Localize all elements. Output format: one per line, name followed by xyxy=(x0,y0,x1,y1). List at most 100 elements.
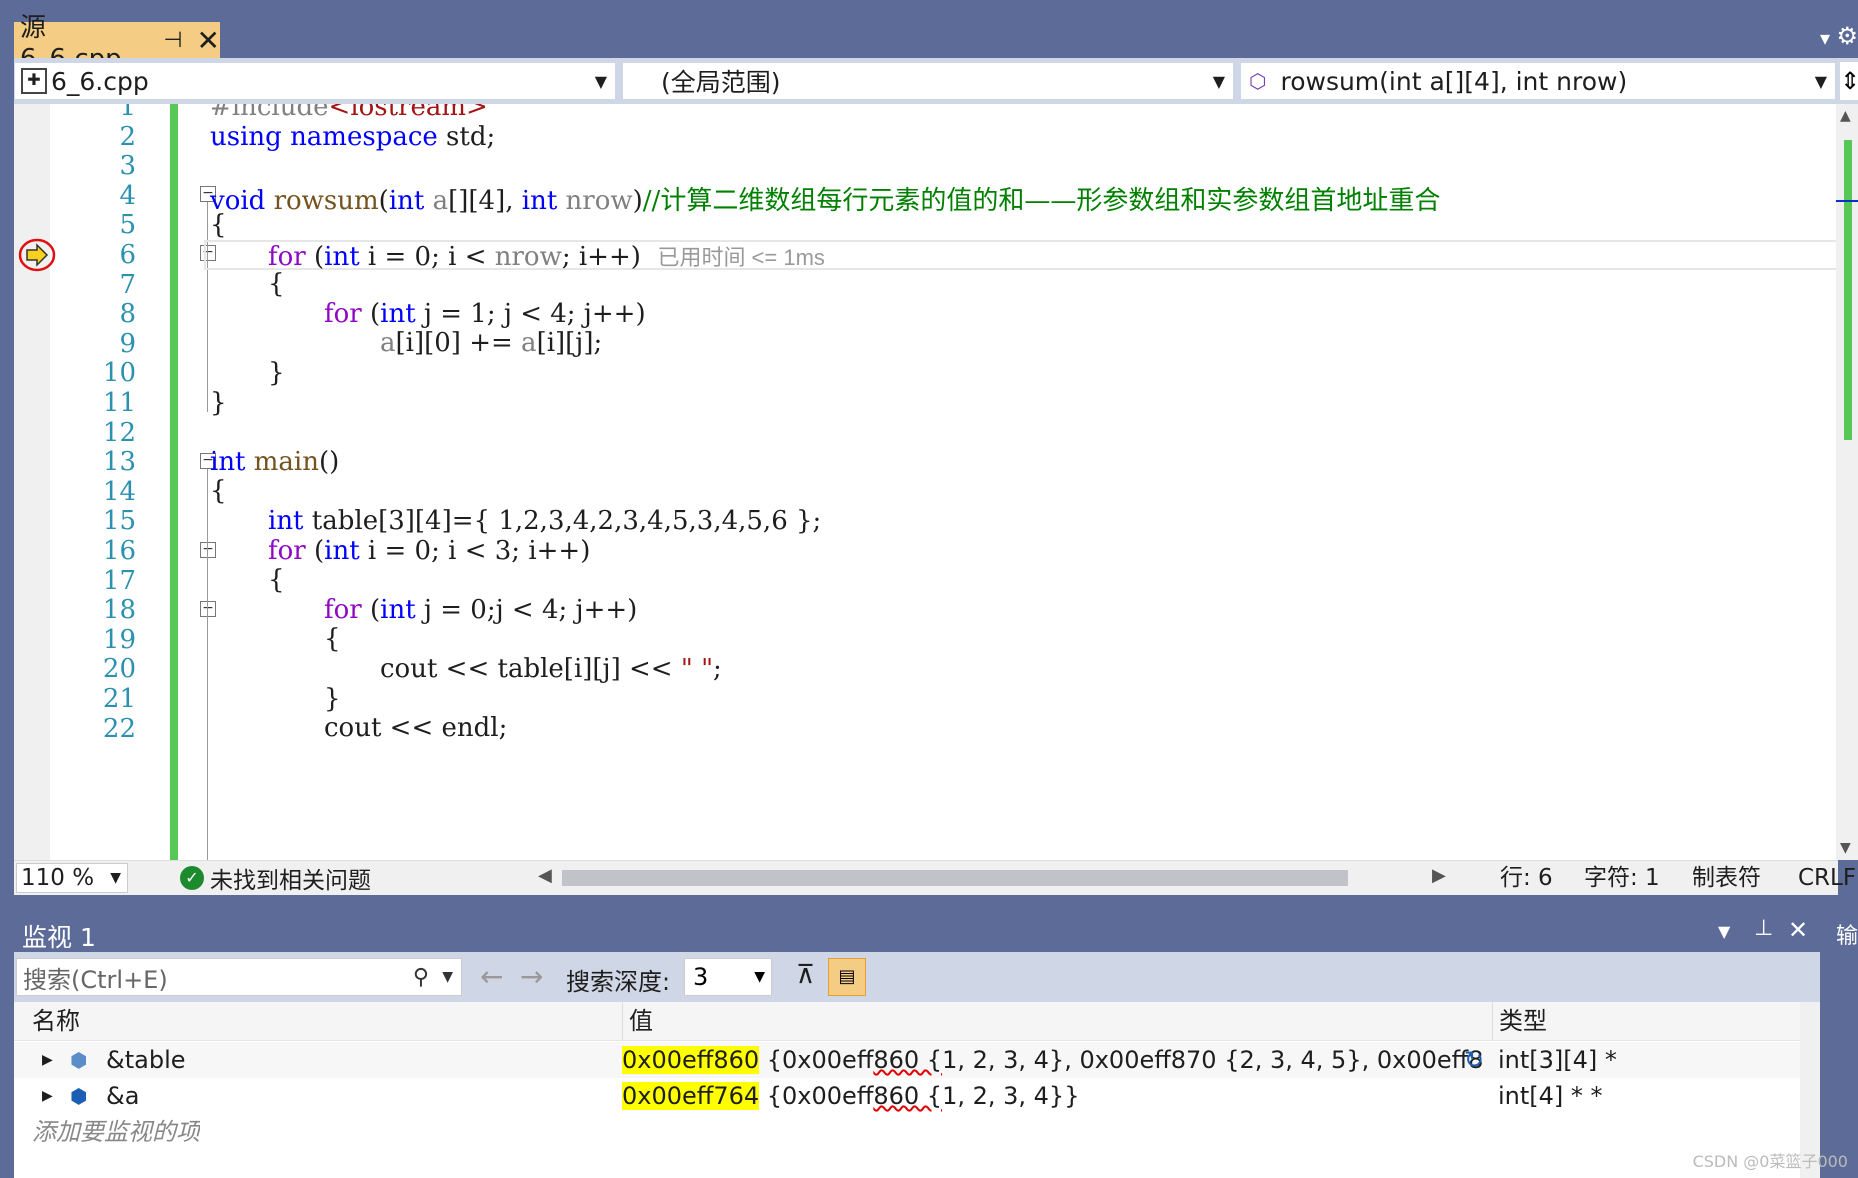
chevron-down-icon[interactable]: ▼ xyxy=(442,969,453,985)
variable-icon: ⬢ xyxy=(70,1084,88,1108)
column-header-name[interactable]: 名称 xyxy=(32,1002,80,1040)
watch-grid-header xyxy=(14,1002,1820,1041)
line-number: 13 xyxy=(102,447,136,478)
chevron-down-icon: ▼ xyxy=(1814,71,1827,91)
scroll-left-icon[interactable]: ◀ xyxy=(538,865,552,886)
pin-icon[interactable]: ⊣ xyxy=(163,28,182,53)
add-watch-row[interactable]: 添加要监视的项 xyxy=(14,1114,1820,1150)
code-line-5: { xyxy=(210,210,227,240)
view-hex-toggle-icon[interactable]: ▤ xyxy=(828,958,866,996)
horizontal-scrollbar-thumb[interactable] xyxy=(562,870,1348,886)
expand-arrow-icon[interactable]: ▶ xyxy=(42,1042,53,1078)
chevron-down-icon: ▼ xyxy=(594,71,607,91)
issues-indicator[interactable]: ✓ 未找到相关问题 xyxy=(180,861,371,895)
tab-list-dropdown-icon[interactable]: ▾ xyxy=(1820,26,1830,50)
split-editor-icon[interactable]: ⇕ xyxy=(1840,62,1858,100)
expand-arrow-icon[interactable]: ▶ xyxy=(42,1078,53,1114)
filter-pin-icon[interactable]: ⊼ xyxy=(796,960,815,990)
zoom-dropdown[interactable]: 110 % ▼ xyxy=(16,863,128,893)
code-line-4: void rowsum(int a[][4], int nrow)//计算二维数… xyxy=(210,186,1441,216)
back-arrow-icon[interactable]: ← xyxy=(480,960,503,993)
chevron-down-icon: ▼ xyxy=(1212,71,1225,91)
code-line-20: cout << table[i][j] << " "; xyxy=(380,654,722,684)
close-icon[interactable]: ✕ xyxy=(197,24,220,57)
watch-name: &table xyxy=(106,1046,186,1074)
watch-row[interactable]: ▶ ⬢ &a 0x00eff764 {0x00eff860 {1, 2, 3, … xyxy=(14,1078,1820,1114)
watch-type: int[4] * * xyxy=(1498,1082,1603,1110)
function-icon: ⬡ xyxy=(1249,69,1267,93)
line-number: 1 xyxy=(119,104,136,122)
line-number: 14 xyxy=(102,476,136,507)
line-number: 22 xyxy=(102,713,136,744)
code-line-17: { xyxy=(268,565,285,595)
watch-row[interactable]: ▶ ⬢ &table 0x00eff860 {0x00eff860 {1, 2,… xyxy=(14,1042,1820,1078)
line-number: 12 xyxy=(102,417,136,448)
change-tracking-bar xyxy=(170,104,178,860)
watermark: CSDN @0菜篮子000 xyxy=(1692,1152,1848,1171)
code-line-14: { xyxy=(210,476,227,506)
search-depth-value: 3 xyxy=(693,963,709,991)
project-dropdown[interactable]: ✚ 6_6.cpp ▼ xyxy=(14,62,616,100)
code-line-21: } xyxy=(324,684,341,714)
elapsed-time-perftip[interactable]: 已用时间 <= 1ms xyxy=(657,245,824,270)
member-dropdown[interactable]: ⬡ rowsum(int a[][4], int nrow) ▼ xyxy=(1240,62,1836,100)
breakpoint-gutter[interactable] xyxy=(14,104,50,860)
watch-value[interactable]: 0x00eff764 {0x00eff860 {1, 2, 3, 4}} xyxy=(622,1078,1482,1114)
code-line-6: for (int i = 0; i < nrow; i++) 已用时间 <= 1… xyxy=(268,242,825,272)
watch-grid: 名称 值 类型 ▶ ⬢ &table 0x00eff860 {0x00eff86… xyxy=(14,1002,1820,1178)
cpp-file-icon: ✚ xyxy=(21,68,47,94)
code-line-22: cout << endl; xyxy=(324,713,508,743)
gear-icon[interactable]: ⚙ xyxy=(1836,22,1858,50)
scope-dropdown-label: (全局范围) xyxy=(661,68,781,97)
code-line-18: for (int j = 0;j < 4; j++) xyxy=(324,595,638,625)
chevron-down-icon[interactable]: ▼ xyxy=(1718,922,1730,941)
line-number: 19 xyxy=(102,624,136,655)
watch-search-input[interactable]: 搜索(Ctrl+E) ⚲ ▼ xyxy=(16,958,462,996)
code-line-9: a[i][0] += a[i][j]; xyxy=(380,328,603,358)
output-tab-glyph[interactable]: 输 xyxy=(1836,918,1858,950)
search-depth-dropdown[interactable]: 3 ▼ xyxy=(684,958,772,996)
tabs-indicator[interactable]: 制表符 xyxy=(1692,861,1761,895)
code-editor[interactable]: 1 2 3 4 5 6 7 8 9 10 11 12 13 14 15 16 17 18 19 20 21 22 − − … xyxy=(14,104,1838,860)
pin-icon[interactable]: ⊥ xyxy=(1754,916,1773,941)
caret-marker xyxy=(1836,200,1858,202)
close-icon[interactable]: ✕ xyxy=(1788,916,1808,944)
line-number: 21 xyxy=(102,684,136,714)
eol-indicator[interactable]: CRLF xyxy=(1798,861,1856,895)
code-line-19: { xyxy=(324,624,341,654)
chevron-down-icon: ▼ xyxy=(754,969,765,985)
column-header-value[interactable]: 值 xyxy=(622,1002,653,1040)
scroll-right-icon[interactable]: ▶ xyxy=(1432,865,1446,886)
column-header-type[interactable]: 类型 xyxy=(1492,1002,1547,1040)
scroll-up-icon[interactable]: ▲ xyxy=(1840,108,1851,124)
document-tab[interactable]: 源6_6.cpp ⊣ ✕ xyxy=(14,13,220,74)
code-line-10: } xyxy=(268,358,285,388)
watch-value[interactable]: 0x00eff860 {0x00eff860 {1, 2, 3, 4}, 0x0… xyxy=(622,1042,1482,1078)
zoom-level: 110 % xyxy=(21,865,95,891)
editor-vertical-scrollbar[interactable]: ▲ ▼ xyxy=(1836,104,1858,860)
issues-text: 未找到相关问题 xyxy=(210,868,371,894)
scope-dropdown[interactable]: (全局范围) ▼ xyxy=(622,62,1234,100)
forward-arrow-icon[interactable]: → xyxy=(520,960,543,993)
document-tab-strip: 源6_6.cpp ⊣ ✕ ▾ ⚙ xyxy=(0,0,1858,74)
char-indicator[interactable]: 字符: 1 xyxy=(1584,861,1660,895)
chevron-down-icon: ▼ xyxy=(110,870,121,886)
line-number: 5 xyxy=(119,210,136,241)
line-number: 16 xyxy=(102,536,136,566)
line-number: 9 xyxy=(119,328,136,359)
line-number: 10 xyxy=(102,358,136,389)
watch-name: &a xyxy=(106,1082,140,1110)
search-icon[interactable]: ⚲ xyxy=(413,965,429,990)
code-line-15: int table[3][4]={ 1,2,3,4,2,3,4,5,3,4,5,… xyxy=(268,506,822,536)
scrollbar-thumb[interactable] xyxy=(1844,140,1852,440)
project-dropdown-label: 6_6.cpp xyxy=(51,66,149,96)
line-number: 8 xyxy=(119,299,136,330)
check-icon: ✓ xyxy=(180,866,204,890)
member-dropdown-label: rowsum(int a[][4], int nrow) xyxy=(1280,66,1628,96)
code-line-1: #include<iostream> xyxy=(210,104,488,122)
line-indicator[interactable]: 行: 6 xyxy=(1500,861,1553,895)
refresh-icon[interactable]: ↻ xyxy=(1464,1042,1484,1078)
watch-pane-title: 监视 1 xyxy=(22,923,96,952)
watch-type: int[3][4] * xyxy=(1498,1046,1617,1074)
scroll-down-icon[interactable]: ▼ xyxy=(1840,840,1851,856)
